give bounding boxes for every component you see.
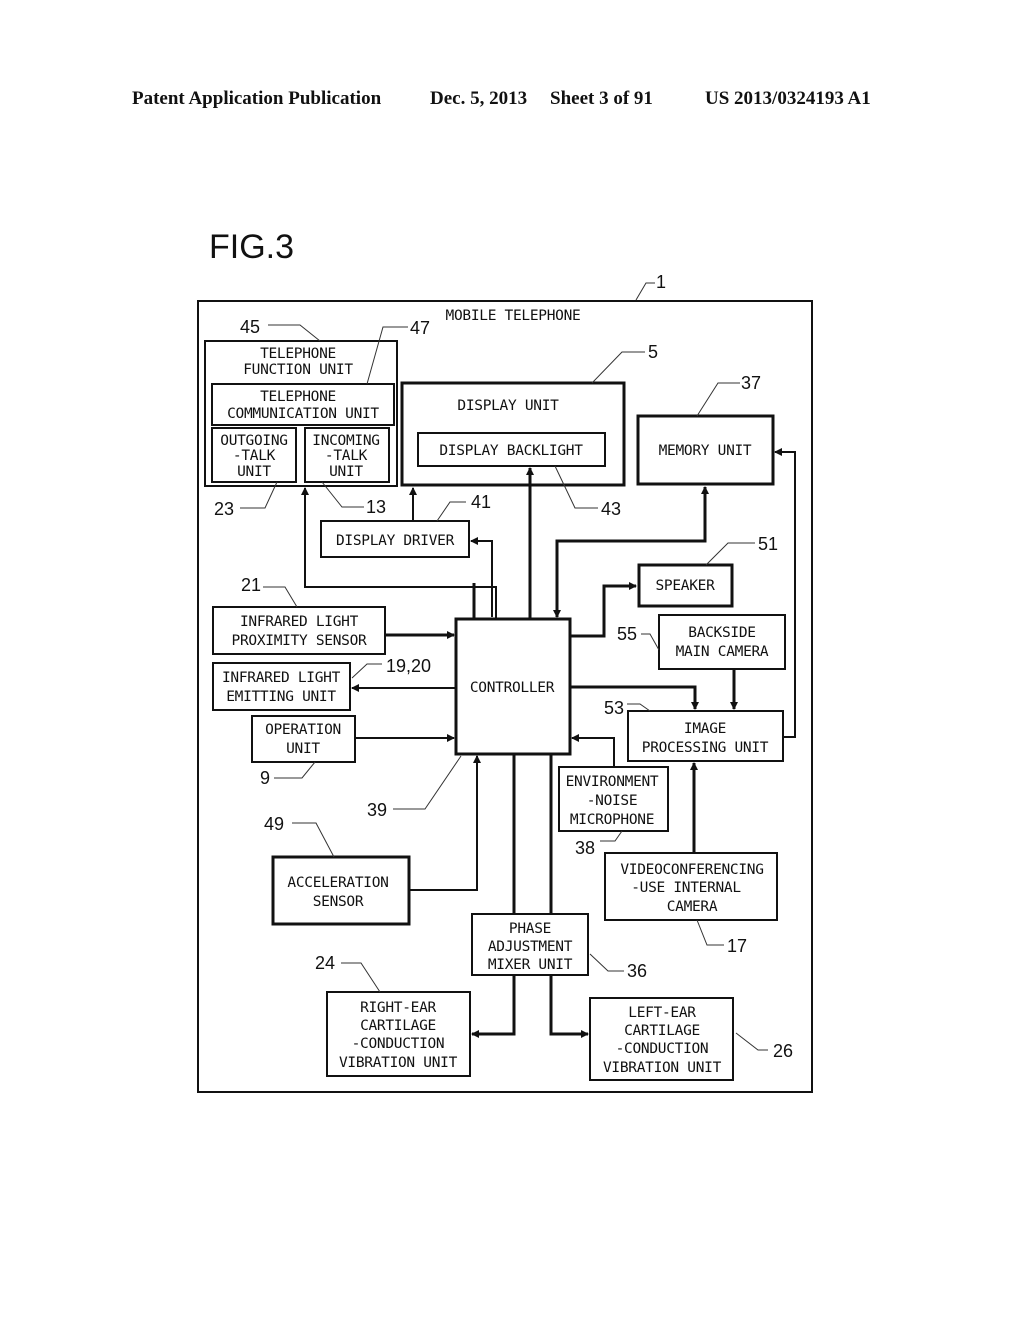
block-label-line: SENSOR <box>313 894 364 910</box>
block-label-line: RIGHT-EAR <box>360 1000 436 1016</box>
ref-23: 23 <box>214 499 234 519</box>
block-label-line: MAIN CAMERA <box>676 644 769 660</box>
block-label-line: SPEAKER <box>655 578 715 594</box>
block-label-line: -CONDUCTION <box>352 1036 445 1052</box>
block-label-line: MIXER UNIT <box>488 957 573 973</box>
ref-leader-1 <box>635 282 655 301</box>
block-label-line: VIBRATION UNIT <box>603 1060 722 1076</box>
ref-41: 41 <box>471 492 491 512</box>
block-label-line: ACCELERATION <box>287 875 388 891</box>
block-operation-unit: OPERATION UNIT <box>251 715 356 763</box>
block-controller: CONTROLLER <box>454 617 572 756</box>
block-label-line: CARTILAGE <box>624 1023 700 1039</box>
block-label-line: -NOISE <box>587 793 638 809</box>
ref-9: 9 <box>260 768 270 788</box>
block-label-line: OPERATION <box>265 722 341 738</box>
block-label-line: UNIT <box>286 741 320 757</box>
block-label-line: ENVIRONMENT <box>566 774 659 790</box>
block-label-line: IMAGE <box>684 721 726 737</box>
block-left-ear-vibration: LEFT-EAR CARTILAGE -CONDUCTION VIBRATION… <box>589 997 734 1081</box>
block-memory-unit: MEMORY UNIT <box>636 414 775 486</box>
block-label-line: TELEPHONE <box>260 389 336 405</box>
block-label-line: PROCESSING UNIT <box>642 740 769 756</box>
block-outgoing-talk: OUTGOING -TALK UNIT <box>211 427 297 483</box>
block-image-processing-unit: IMAGE PROCESSING UNIT <box>627 710 784 762</box>
block-label-line: -CONDUCTION <box>616 1041 709 1057</box>
ref-19-20: 19,20 <box>386 656 431 676</box>
block-label-line: COMMUNICATION UNIT <box>227 406 379 422</box>
block-label-line: OUTGOING <box>220 433 287 449</box>
block-label-line: CARTILAGE <box>360 1018 436 1034</box>
ref-53: 53 <box>604 698 624 718</box>
block-label-line: UNIT <box>237 464 271 480</box>
block-display-backlight: DISPLAY BACKLIGHT <box>417 432 606 467</box>
block-label-line: -TALK <box>325 448 368 464</box>
ref-47: 47 <box>410 318 430 338</box>
block-incoming-talk: INCOMING -TALK UNIT <box>304 427 390 483</box>
block-label-line: VIBRATION UNIT <box>339 1055 458 1071</box>
block-phase-adjustment-mixer: PHASE ADJUSTMENT MIXER UNIT <box>471 913 589 976</box>
block-label-line: PHASE <box>509 921 551 937</box>
ref-51: 51 <box>758 534 778 554</box>
block-backside-main-camera: BACKSIDE MAIN CAMERA <box>658 614 786 670</box>
ref-43: 43 <box>601 499 621 519</box>
block-acceleration-sensor: ACCELERATION SENSOR <box>271 855 411 926</box>
block-label-line: ADJUSTMENT <box>488 939 573 955</box>
block-environment-noise-microphone: ENVIRONMENT -NOISE MICROPHONE <box>558 766 669 832</box>
block-telephone-communication: TELEPHONE COMMUNICATION UNIT <box>211 383 395 426</box>
block-label-line: DISPLAY UNIT <box>457 398 559 414</box>
ref-21: 21 <box>241 575 261 595</box>
block-label-line: VIDEOCONFERENCING <box>620 862 763 878</box>
ref-26: 26 <box>773 1041 793 1061</box>
block-label-line: -USE INTERNAL <box>631 880 741 896</box>
block-diagram: MOBILE TELEPHONE 1 TELEPHONE FUNCTION UN… <box>197 272 813 1093</box>
ref-45: 45 <box>240 317 260 337</box>
ref-17: 17 <box>727 936 747 956</box>
ref-24: 24 <box>315 953 335 973</box>
ref-36: 36 <box>627 961 647 981</box>
block-label-line: PROXIMITY SENSOR <box>232 633 367 649</box>
block-label-line: UNIT <box>329 464 363 480</box>
block-label-line: TELEPHONE <box>260 346 336 362</box>
ref-55: 55 <box>617 624 637 644</box>
ref-49: 49 <box>264 814 284 834</box>
block-infrared-emitting-unit: INFRARED LIGHT EMITTING UNIT <box>212 662 351 711</box>
ref-38: 38 <box>575 838 595 858</box>
block-label-line: -TALK <box>233 448 276 464</box>
block-speaker: SPEAKER <box>637 563 734 608</box>
block-label-line: INFRARED LIGHT <box>222 670 341 686</box>
block-label-line: CONTROLLER <box>470 680 555 696</box>
ref-5: 5 <box>648 342 658 362</box>
block-infrared-proximity-sensor: INFRARED LIGHT PROXIMITY SENSOR <box>212 606 386 655</box>
ref-39: 39 <box>367 800 387 820</box>
block-label-line: CAMERA <box>667 899 718 915</box>
ref-1: 1 <box>656 272 666 292</box>
block-label-line: MICROPHONE <box>570 812 654 828</box>
ref-37: 37 <box>741 373 761 393</box>
block-label-line: BACKSIDE <box>688 625 755 641</box>
block-label-line: MEMORY UNIT <box>659 443 752 459</box>
block-label-line: LEFT-EAR <box>628 1005 696 1021</box>
block-label-line: FUNCTION UNIT <box>243 362 353 378</box>
block-display-driver: DISPLAY DRIVER <box>320 520 470 558</box>
ref-13: 13 <box>366 497 386 517</box>
block-label-line: EMITTING UNIT <box>226 689 336 705</box>
mobile-telephone-label: MOBILE TELEPHONE <box>446 308 581 324</box>
block-label-line: INFRARED LIGHT <box>240 614 359 630</box>
block-label-line: DISPLAY BACKLIGHT <box>439 443 583 459</box>
block-videoconferencing-camera: VIDEOCONFERENCING -USE INTERNAL CAMERA <box>604 852 778 921</box>
block-right-ear-vibration: RIGHT-EAR CARTILAGE -CONDUCTION VIBRATIO… <box>326 991 471 1077</box>
block-label-line: INCOMING <box>312 433 379 449</box>
block-label-line: DISPLAY DRIVER <box>336 533 455 549</box>
